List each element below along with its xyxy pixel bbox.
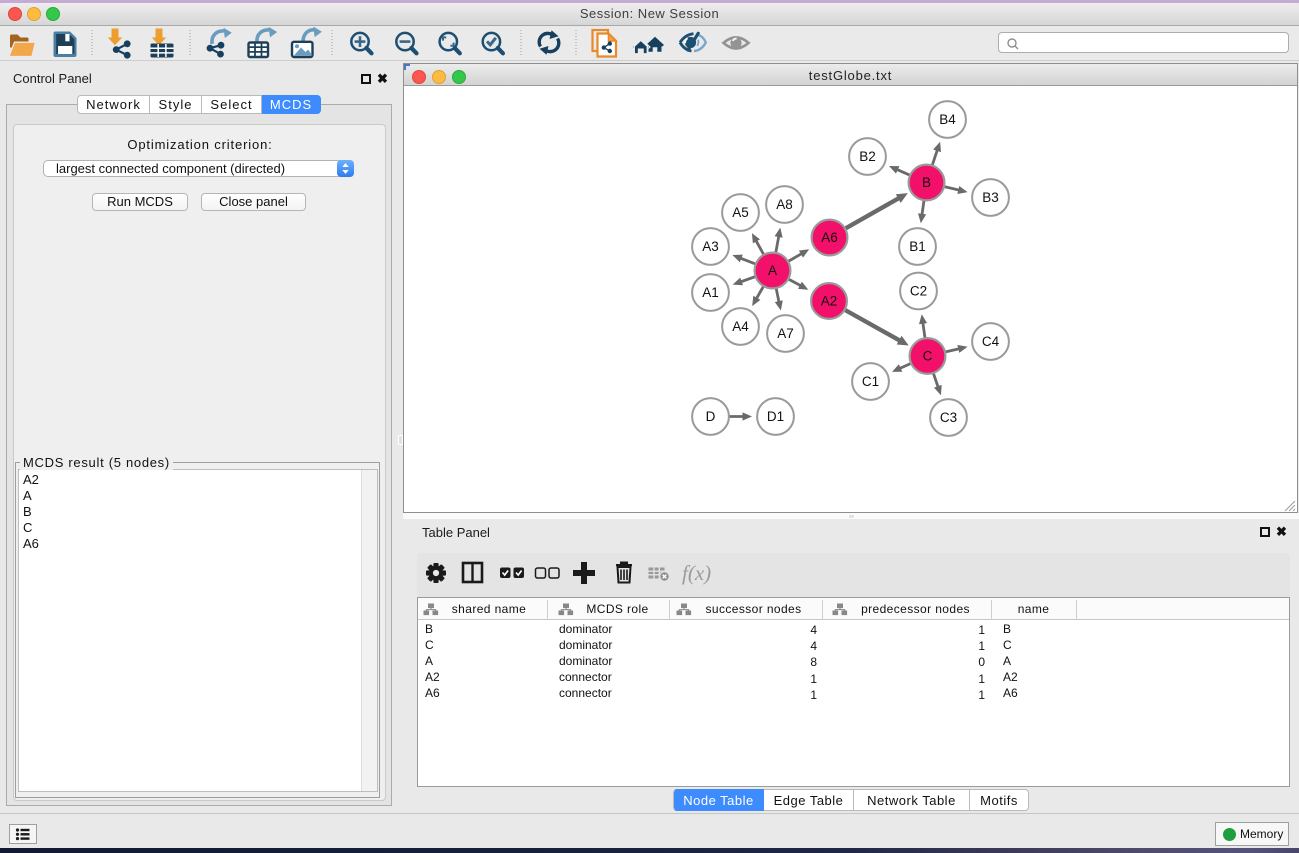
svg-text:A: A [768, 263, 777, 278]
svg-text:A8: A8 [776, 197, 793, 212]
svg-text:B2: B2 [859, 149, 876, 164]
svg-text:f(x): f(x) [682, 561, 711, 585]
svg-text:D: D [706, 409, 716, 424]
svg-text:C4: C4 [982, 334, 1000, 349]
svg-text:D1: D1 [767, 409, 784, 424]
svg-text:A5: A5 [732, 205, 749, 220]
svg-text:A4: A4 [732, 319, 749, 334]
svg-text:C1: C1 [862, 374, 879, 389]
svg-text:C: C [923, 349, 933, 364]
svg-text:C2: C2 [910, 284, 927, 299]
svg-text:C3: C3 [940, 410, 957, 425]
svg-text:A1: A1 [702, 285, 719, 300]
svg-text:A7: A7 [777, 326, 794, 341]
svg-text:A2: A2 [821, 294, 838, 309]
svg-text:A6: A6 [821, 230, 838, 245]
svg-text:A3: A3 [702, 239, 719, 254]
svg-text:B3: B3 [982, 190, 999, 205]
svg-text:B: B [922, 175, 931, 190]
svg-text:B4: B4 [939, 112, 956, 127]
svg-text:B1: B1 [909, 239, 926, 254]
